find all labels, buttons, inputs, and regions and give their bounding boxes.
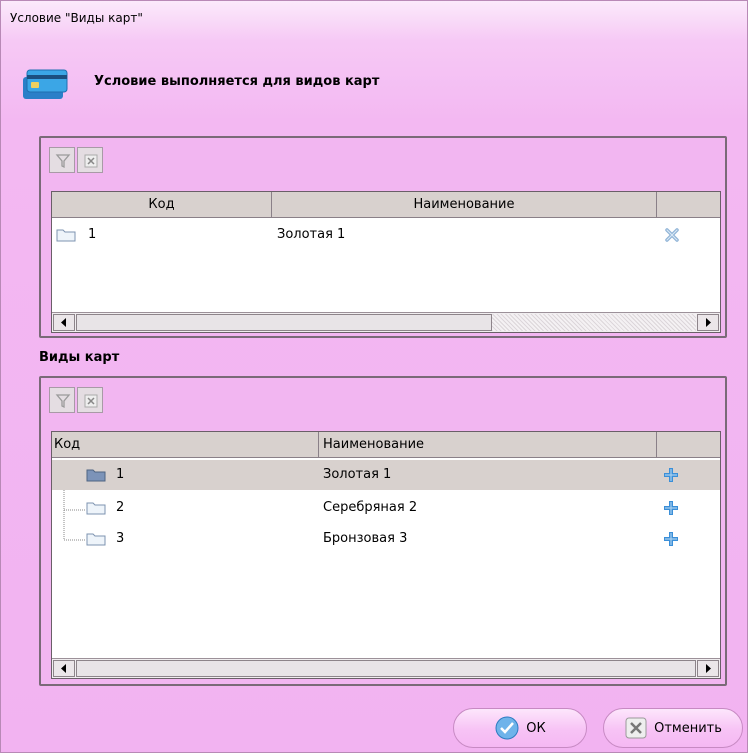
add-icon[interactable] xyxy=(663,500,679,516)
row-code: 3 xyxy=(116,531,125,546)
table-row[interactable]: 1 Золотая 1 xyxy=(52,220,720,250)
checkmark-icon xyxy=(495,716,519,740)
add-icon[interactable] xyxy=(663,467,679,483)
remove-icon[interactable] xyxy=(664,227,680,243)
filter-button[interactable] xyxy=(49,387,75,413)
filter-icon xyxy=(55,394,71,409)
card-types-tree-grid: Код Наименование 1 Золотая 1 2 Серебряна… xyxy=(51,431,721,679)
column-name[interactable]: Наименование xyxy=(319,432,657,457)
cancel-button-label: Отменить xyxy=(654,720,722,736)
tree-row[interactable]: 2 Серебряная 2 xyxy=(52,493,720,523)
scroll-track[interactable] xyxy=(492,314,696,331)
row-name: Золотая 1 xyxy=(277,227,346,242)
folder-icon xyxy=(86,533,106,546)
folder-icon xyxy=(56,229,76,242)
scroll-thumb[interactable] xyxy=(76,314,492,331)
column-code[interactable]: Код xyxy=(52,192,272,217)
clear-filter-icon xyxy=(84,154,98,168)
horizontal-scrollbar[interactable] xyxy=(52,658,720,678)
column-name[interactable]: Наименование xyxy=(272,192,657,217)
card-types-label: Виды карт xyxy=(39,350,120,365)
card-types-catalog-panel: Код Наименование 1 Золотая 1 2 Серебряна… xyxy=(39,376,727,686)
tree-row[interactable]: 3 Бронзовая 3 xyxy=(52,524,720,554)
scroll-left-button[interactable] xyxy=(53,660,75,677)
scroll-thumb[interactable] xyxy=(76,660,696,677)
tree-row[interactable]: 1 Золотая 1 xyxy=(52,460,720,490)
filter-button[interactable] xyxy=(49,147,75,173)
row-code: 1 xyxy=(116,467,125,482)
arrow-left-icon xyxy=(61,664,66,673)
horizontal-scrollbar[interactable] xyxy=(52,312,720,332)
ok-button[interactable]: ОК xyxy=(453,708,587,748)
row-name: Бронзовая 3 xyxy=(323,531,408,546)
clear-filter-button[interactable] xyxy=(77,147,103,173)
scroll-left-button[interactable] xyxy=(53,314,75,331)
column-code[interactable]: Код xyxy=(52,432,319,457)
selected-card-types-grid: Код Наименование 1 Золотая 1 xyxy=(51,191,721,333)
dialog-window: Условие "Виды карт" Условие выполняется … xyxy=(0,0,748,753)
add-icon[interactable] xyxy=(663,531,679,547)
cancel-button[interactable]: Отменить xyxy=(603,708,743,748)
column-actions xyxy=(657,432,720,457)
grid-header: Код Наименование xyxy=(52,432,720,458)
row-code: 1 xyxy=(88,227,97,242)
grid-header: Код Наименование xyxy=(52,192,720,218)
column-actions xyxy=(657,192,720,217)
folder-icon xyxy=(86,502,106,515)
ok-button-label: ОК xyxy=(526,720,546,736)
filter-icon xyxy=(55,154,71,169)
scroll-right-button[interactable] xyxy=(697,314,719,331)
arrow-right-icon xyxy=(706,664,711,673)
arrow-left-icon xyxy=(61,318,66,327)
clear-filter-icon xyxy=(84,394,98,408)
credit-card-icon xyxy=(23,69,68,99)
row-name: Серебряная 2 xyxy=(323,500,418,515)
row-name: Золотая 1 xyxy=(323,467,392,482)
selected-card-types-panel: Код Наименование 1 Золотая 1 xyxy=(39,136,727,338)
clear-filter-button[interactable] xyxy=(77,387,103,413)
row-code: 2 xyxy=(116,500,125,515)
window-title: Условие "Виды карт" xyxy=(10,11,143,25)
arrow-right-icon xyxy=(706,318,711,327)
cancel-icon xyxy=(625,717,647,739)
folder-icon xyxy=(86,469,106,482)
condition-header: Условие выполняется для видов карт xyxy=(94,74,380,89)
scroll-right-button[interactable] xyxy=(697,660,719,677)
